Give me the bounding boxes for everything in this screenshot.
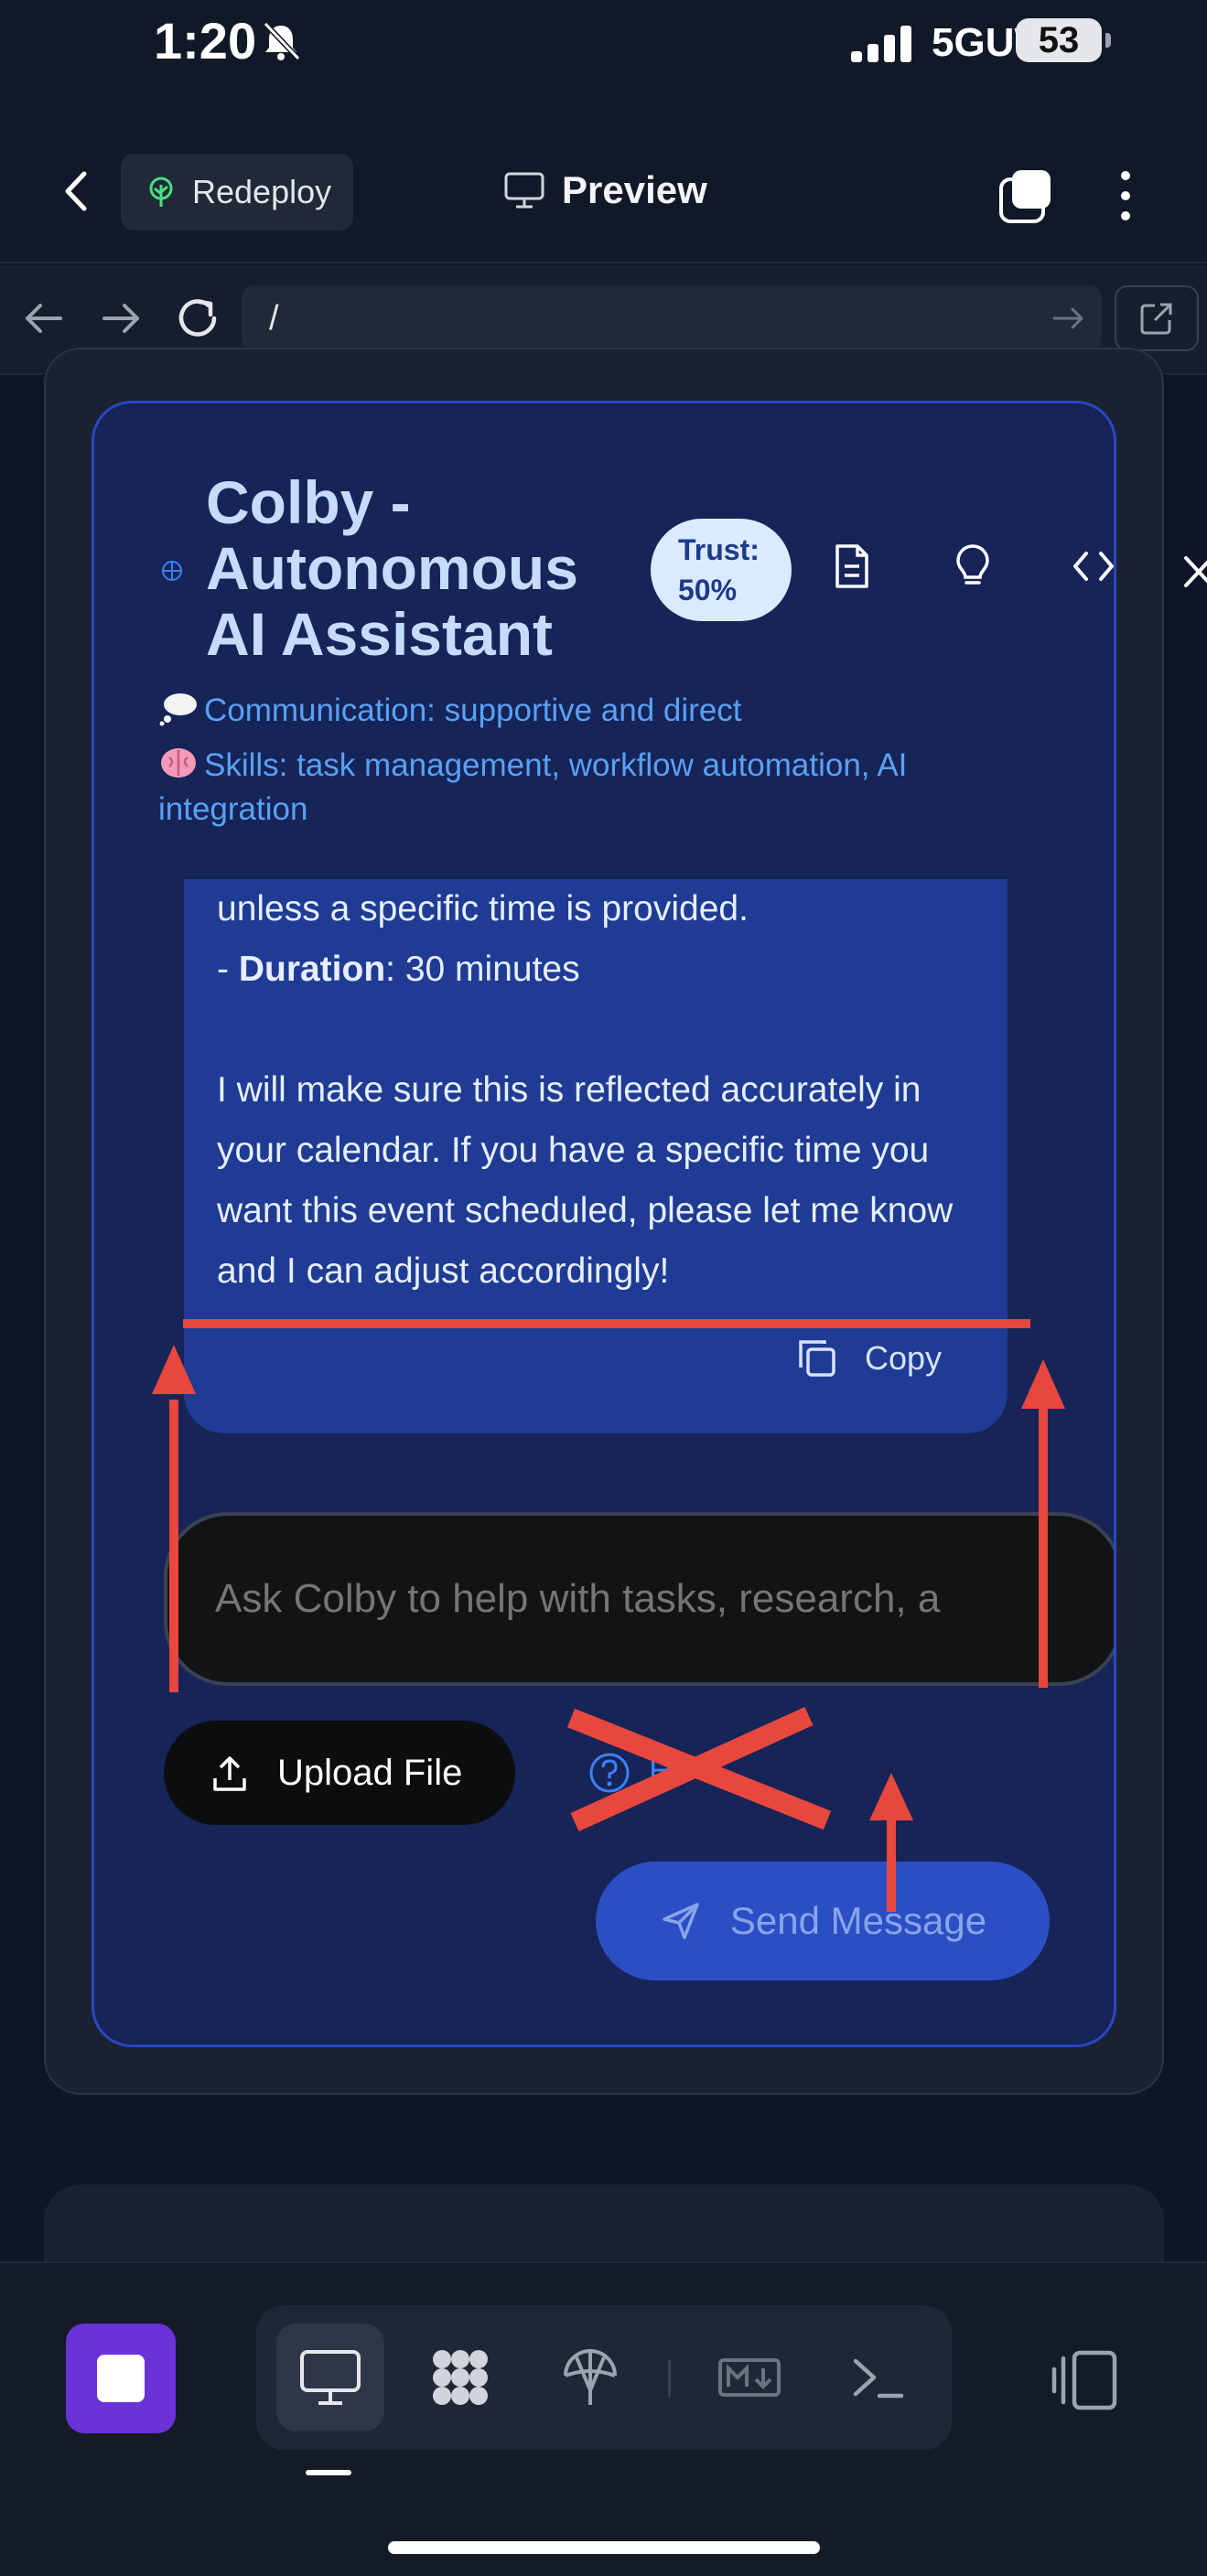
help-label[interactable]: H: [649, 1752, 673, 1790]
apps-tool-button[interactable]: [406, 2324, 514, 2431]
chevron-left-icon[interactable]: [55, 168, 101, 214]
tool-divider: [668, 2360, 671, 2397]
message-body: I will make sure this is reflected accur…: [217, 1070, 954, 1291]
agent-panel: Colby - Autonomous AI Assistant Trust: 5…: [92, 401, 1116, 2047]
page-title: Preview: [503, 168, 707, 212]
send-label: Send Message: [729, 1899, 987, 1942]
document-icon[interactable]: [826, 541, 878, 592]
go-arrow-icon[interactable]: [1049, 298, 1089, 338]
deploy-tool-button[interactable]: [536, 2324, 644, 2431]
copy-icon: [799, 1340, 835, 1377]
signal-icon: [851, 26, 911, 62]
sprout-icon: [149, 177, 173, 207]
arrow-right-icon[interactable]: [95, 293, 146, 344]
redeploy-label: Redeploy: [192, 173, 332, 210]
apps-icon: [433, 2350, 488, 2405]
url-input[interactable]: [242, 285, 1102, 351]
bell-muted-icon: [263, 21, 301, 61]
upload-file-button[interactable]: Upload File: [164, 1721, 515, 1825]
status-bar: 1:20 5GUW 53: [0, 0, 1207, 101]
duration-value: : 30 minutes: [385, 950, 580, 989]
message-text: unless a specific time is provided. - Du…: [217, 879, 986, 1302]
bottom-toolbar: [0, 2261, 1207, 2576]
thought-bubble-icon: [159, 693, 197, 726]
arrow-left-icon[interactable]: [18, 293, 70, 344]
terminal-tool-button[interactable]: [824, 2324, 932, 2431]
preview-tool-button[interactable]: [276, 2324, 384, 2431]
duration-prefix: -: [217, 950, 239, 989]
copy-button[interactable]: Copy: [795, 1336, 942, 1380]
send-message-button[interactable]: Send Message: [596, 1862, 1050, 1980]
external-link-icon: [1140, 303, 1172, 335]
battery-indicator: 53: [1016, 18, 1111, 62]
redeploy-button[interactable]: Redeploy: [121, 154, 353, 231]
terminal-icon: [853, 2358, 904, 2399]
skills-line: Skills: task management, workflow automa…: [158, 744, 982, 832]
message-line: unless a specific time is provided.: [217, 889, 749, 928]
code-icon[interactable]: [1068, 541, 1116, 592]
communication-text: Communication: supportive and direct: [204, 692, 742, 728]
status-time: 1:20: [154, 12, 257, 70]
chat-input[interactable]: [164, 1512, 1114, 1686]
agent-title: Colby - Autonomous AI Assistant: [206, 468, 578, 668]
stop-icon: [97, 2355, 145, 2402]
tool-group: [256, 2305, 952, 2450]
lightbulb-icon[interactable]: [947, 541, 998, 592]
close-icon[interactable]: [1180, 549, 1207, 595]
app-header: Redeploy Preview: [0, 101, 1207, 263]
layout-toggle-icon[interactable]: [1049, 2344, 1122, 2417]
copy-label: Copy: [865, 1339, 943, 1377]
deploy-icon: [564, 2349, 617, 2405]
help-icon[interactable]: [588, 1752, 630, 1794]
monitor-icon: [504, 172, 544, 209]
duration-label: Duration: [238, 950, 386, 989]
trust-badge: Trust: 50%: [651, 519, 792, 621]
assistant-message: unless a specific time is provided. - Du…: [184, 879, 1008, 1433]
tabs-icon[interactable]: [997, 168, 1054, 225]
stop-button[interactable]: [66, 2324, 176, 2433]
communication-line: Communication: supportive and direct: [158, 689, 982, 733]
send-icon: [663, 1903, 699, 1939]
monitor-icon: [300, 2350, 361, 2405]
skills-text: Skills: task management, workflow automa…: [158, 747, 908, 827]
trust-label: Trust:: [678, 533, 760, 566]
reload-icon[interactable]: [172, 293, 223, 344]
open-external-button[interactable]: [1115, 285, 1199, 351]
brain-icon: [161, 748, 196, 778]
more-icon[interactable]: [1107, 168, 1144, 223]
trust-value: 50%: [678, 574, 738, 606]
home-indicator: [388, 2541, 820, 2554]
upload-icon: [213, 1756, 246, 1791]
active-tab-indicator: [306, 2470, 351, 2475]
upload-label: Upload File: [277, 1752, 463, 1793]
markdown-tool-button[interactable]: [695, 2324, 803, 2431]
preview-title-text: Preview: [562, 168, 707, 211]
globe-icon: [162, 561, 182, 581]
markdown-icon: [718, 2358, 781, 2397]
